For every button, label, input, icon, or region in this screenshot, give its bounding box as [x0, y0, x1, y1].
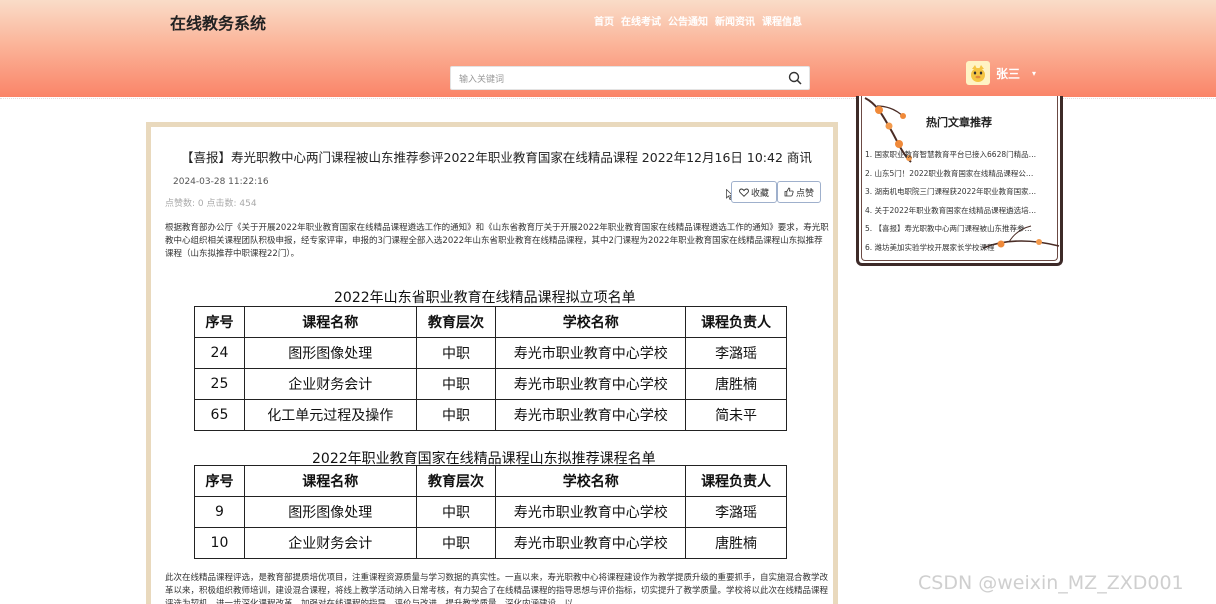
site-brand[interactable]: 在线教务系统	[170, 10, 266, 34]
favorite-label: 收藏	[750, 188, 769, 199]
list-item[interactable]: 1. 国家职业教育智慧教育平台已接入6628门精品…	[865, 148, 1057, 167]
search-placeholder: 输入关键词	[459, 75, 505, 85]
cell-level: 中职	[415, 337, 497, 369]
table-1-title: 2022年山东省职业教育在线精品课程拟立项名单	[334, 290, 636, 306]
nav-courses[interactable]: 课程信息	[762, 13, 802, 28]
user-name[interactable]: 张三	[996, 65, 1020, 82]
nav-home[interactable]: 首页	[594, 13, 614, 28]
main-nav: 首页 在线考试 公告通知 新闻资讯 课程信息	[594, 13, 802, 28]
article-paragraph-1: 根据教育部办公厅《关于开展2022年职业教育国家在线精品课程遴选工作的通知》和《…	[165, 223, 829, 259]
col-header-level: 教育层次	[415, 306, 497, 338]
article-stats: 点赞数: 0 点击数: 454	[165, 199, 257, 209]
cell-course: 企业财务会计	[243, 527, 417, 559]
cell-lead: 李潞瑶	[685, 496, 787, 528]
col-header-no: 序号	[194, 306, 245, 338]
nav-news[interactable]: 新闻资讯	[715, 13, 755, 28]
csdn-watermark: CSDN @weixin_MZ_ZXD001	[918, 572, 1184, 594]
cell-lead: 唐胜楠	[685, 368, 787, 400]
user-menu[interactable]: 张三 ▾	[966, 61, 1036, 85]
cell-no: 24	[194, 337, 245, 369]
heart-icon	[739, 188, 749, 197]
cell-course: 图形图像处理	[243, 337, 417, 369]
col-header-no: 序号	[194, 465, 245, 497]
cell-school: 寿光市职业教育中心学校	[495, 337, 687, 369]
cell-no: 65	[194, 399, 245, 431]
nav-announcements[interactable]: 公告通知	[668, 13, 708, 28]
cell-level: 中职	[415, 496, 497, 528]
search-input[interactable]: 输入关键词	[450, 66, 810, 90]
cell-lead: 唐胜楠	[685, 527, 787, 559]
cell-level: 中职	[415, 368, 497, 400]
search-icon[interactable]	[787, 70, 803, 86]
article-card: 【喜报】寿光职教中心两门课程被山东推荐参评2022年职业教育国家在线精品课程 2…	[146, 122, 838, 604]
cell-school: 寿光市职业教育中心学校	[495, 399, 687, 431]
cell-course: 图形图像处理	[243, 496, 417, 528]
chevron-down-icon[interactable]: ▾	[1032, 69, 1036, 78]
avatar-image	[971, 65, 985, 82]
table-header-row: 序号 课程名称 教育层次 学校名称 课程负责人	[194, 465, 787, 497]
cell-course: 企业财务会计	[243, 368, 417, 400]
cell-no: 25	[194, 368, 245, 400]
like-button[interactable]: 点赞	[777, 181, 821, 203]
cell-level: 中职	[415, 399, 497, 431]
hot-articles-panel: 热门文章推荐 1. 国家职业教育智慧教育平台已接入6628门精品… 2. 山东5…	[856, 96, 1063, 266]
thumbs-up-icon	[784, 187, 794, 197]
nav-online-exam[interactable]: 在线考试	[621, 13, 661, 28]
hot-articles-list: 1. 国家职业教育智慧教育平台已接入6628门精品… 2. 山东5门！2022职…	[865, 148, 1057, 259]
table-row: 65 化工单元过程及操作 中职 寿光市职业教育中心学校 简未平	[194, 399, 787, 431]
table-row: 24 图形图像处理 中职 寿光市职业教育中心学校 李潞瑶	[194, 337, 787, 369]
table-row: 25 企业财务会计 中职 寿光市职业教育中心学校 唐胜楠	[194, 368, 787, 400]
article-title: 【喜报】寿光职教中心两门课程被山东推荐参评2022年职业教育国家在线精品课程 2…	[181, 150, 812, 165]
cell-no: 9	[194, 496, 245, 528]
col-header-lead: 课程负责人	[685, 465, 787, 497]
hot-articles-title: 热门文章推荐	[926, 116, 992, 129]
national-course-table: 序号 课程名称 教育层次 学校名称 课程负责人 9 图形图像处理 中职 寿光市职…	[194, 465, 787, 559]
table-row: 10 企业财务会计 中职 寿光市职业教育中心学校 唐胜楠	[194, 527, 787, 559]
top-header: 在线教务系统 首页 在线考试 公告通知 新闻资讯 课程信息 输入关键词 张三 ▾	[0, 0, 1216, 97]
favorite-button[interactable]: 收藏	[731, 181, 777, 203]
col-header-lead: 课程负责人	[685, 306, 787, 338]
list-item[interactable]: 3. 湖南机电职院三门课程获2022年职业教育国家…	[865, 185, 1057, 204]
list-item[interactable]: 4. 关于2022年职业教育国家在线精品课程遴选培…	[865, 204, 1057, 223]
cell-school: 寿光市职业教育中心学校	[495, 527, 687, 559]
list-item[interactable]: 2. 山东5门！2022职业教育国家在线精品课程公…	[865, 167, 1057, 186]
article-paragraph-2: 此次在线精品课程评选，是教育部提质培优项目，注重课程资源质量与学习数据的真实性。…	[165, 573, 829, 604]
like-label: 点赞	[795, 188, 814, 199]
cell-no: 10	[194, 527, 245, 559]
list-item[interactable]: 5. 【喜报】寿光职教中心两门课程被山东推荐参…	[865, 222, 1057, 241]
list-item[interactable]: 6. 潍坊美加实验学校开展家长学校课程	[865, 241, 1057, 260]
col-header-school: 学校名称	[495, 465, 687, 497]
course-list-image: 2022年山东省职业教育在线精品课程拟立项名单 序号 课程名称 教育层次 学校名…	[165, 274, 829, 560]
cell-level: 中职	[415, 527, 497, 559]
col-header-level: 教育层次	[415, 465, 497, 497]
provincial-course-table: 序号 课程名称 教育层次 学校名称 课程负责人 24 图形图像处理 中职 寿光市…	[194, 306, 787, 431]
col-header-course: 课程名称	[243, 465, 417, 497]
table-row: 9 图形图像处理 中职 寿光市职业教育中心学校 李潞瑶	[194, 496, 787, 528]
cell-lead: 简未平	[685, 399, 787, 431]
article-date: 2024-03-28 11:22:16	[173, 177, 269, 187]
cell-lead: 李潞瑶	[685, 337, 787, 369]
cell-school: 寿光市职业教育中心学校	[495, 496, 687, 528]
table-header-row: 序号 课程名称 教育层次 学校名称 课程负责人	[194, 306, 787, 338]
cell-course: 化工单元过程及操作	[243, 399, 417, 431]
cell-school: 寿光市职业教育中心学校	[495, 368, 687, 400]
col-header-school: 学校名称	[495, 306, 687, 338]
col-header-course: 课程名称	[243, 306, 417, 338]
avatar[interactable]	[966, 61, 990, 85]
